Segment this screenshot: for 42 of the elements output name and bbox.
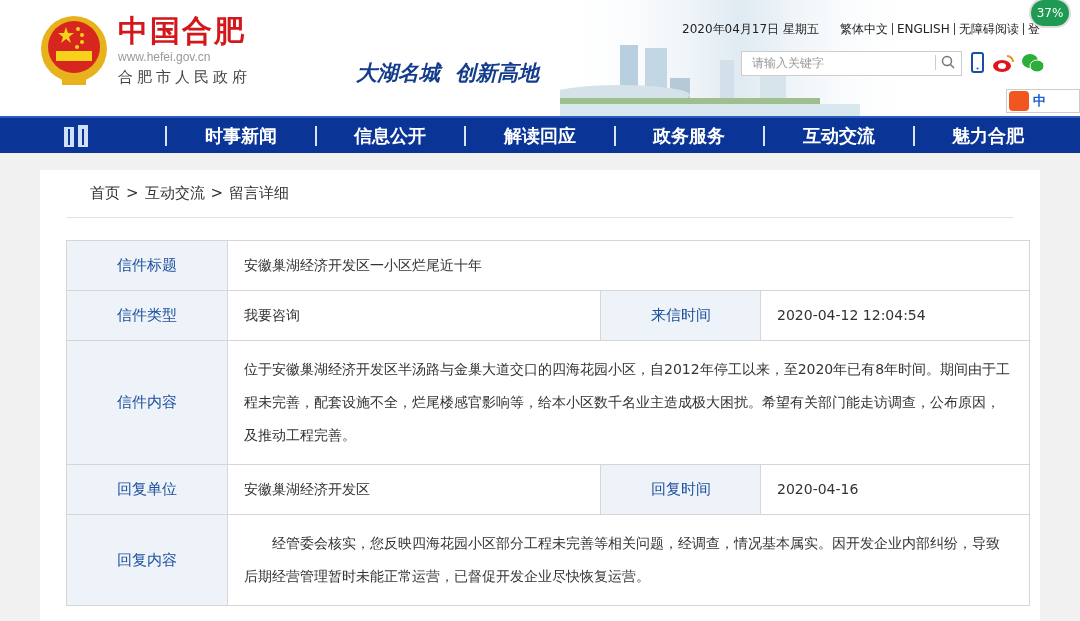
nav-item[interactable]: 互动交流 [765,122,913,149]
top-link[interactable]: ENGLISH [897,20,950,38]
field-value: 安徽巢湖经济开发区一小区烂尾近十年 [244,256,482,275]
wechat-icon[interactable] [1021,53,1045,73]
ime-logo-icon [1009,91,1029,111]
national-emblem-icon [40,15,108,88]
field-label: 信件标题 [117,255,177,277]
field-label: 回复单位 [117,479,177,501]
top-link[interactable]: 无障碍阅读 [958,20,1019,38]
field-label: 来信时间 [650,305,711,327]
field-label: 回复内容 [117,549,177,571]
field-label: 信件类型 [117,305,177,327]
nav-item[interactable]: 政务服务 [615,122,763,149]
date-text: 2020年04月17日 星期五 [682,21,819,38]
field-label: 信件内容 [117,392,177,414]
breadcrumb-link[interactable]: 首页 [90,182,120,205]
building-icon[interactable] [62,122,90,149]
nav-item[interactable]: 时事新闻 [167,122,315,149]
slogan: 大湖名城 创新高地 [356,60,539,87]
field-value: 我要咨询 [244,306,300,325]
nav-item[interactable]: 解读回应 [466,122,614,149]
field-value: 2020-04-12 12:04:54 [777,306,926,325]
breadcrumb-separator: > [210,183,224,205]
field-value: 2020-04-16 [777,480,859,499]
field-value: 经管委会核实，您反映四海花园小区部分工程未完善等相关问题，经调查，情况基本属实。因开发企业内部纠纷，导致后期经营管理暂时未能正常运营，已督促开发企业尽快恢复运营。 [244,534,1001,586]
ime-mode[interactable]: 中 [1033,91,1046,111]
field-value: 安徽巢湖经济开发区 [244,480,370,499]
phone-icon[interactable] [971,52,984,73]
site-name: 中国合肥 [118,14,247,48]
search-icon[interactable] [941,55,955,69]
site-url: www.hefei.gov.cn [118,49,212,66]
top-link[interactable]: 繁体中文 [840,20,888,38]
breadcrumb-link[interactable]: 互动交流 [144,182,205,205]
weibo-icon[interactable] [992,53,1016,73]
site-subtitle: 合肥市人民政府 [118,67,251,88]
field-value: 位于安徽巢湖经济开发区半汤路与金巢大道交口的四海花园小区，自2012年停工以来，至2020年已有8年时间。期间由于工程未完善，配套设施不全，烂尾楼感官影响等，给本小区数千名业主造成极大困扰。希望有关部门能走访调查，公布原因，及推动工程完善。 [244,360,1012,445]
field-label: 回复时间 [650,479,711,501]
nav-item[interactable]: 魅力合肥 [914,122,1062,149]
nav-item[interactable]: 信息公开 [316,122,464,149]
search-field[interactable]: 请输入关键字 [741,50,962,76]
breadcrumb-separator: > [126,183,139,205]
breadcrumb-link[interactable]: 留言详细 [229,182,290,205]
